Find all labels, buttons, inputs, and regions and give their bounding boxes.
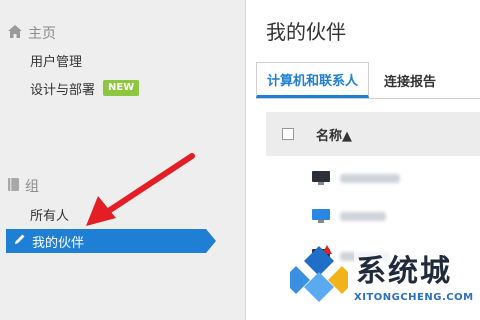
- sidebar-item-everyone[interactable]: 所有人: [30, 203, 69, 225]
- table-row[interactable]: [312, 168, 400, 188]
- watermark-url: XITONGCHENG.COM: [354, 292, 474, 303]
- sidebar: 主页 用户管理 设计与部署 NEW 组 所有人 我的伙伴: [0, 0, 246, 320]
- watermark-title: 系统城: [354, 246, 454, 290]
- section-group[interactable]: 组: [8, 176, 39, 196]
- home-icon: [8, 24, 22, 42]
- blurred-name: [340, 211, 386, 221]
- sidebar-item-design-deploy[interactable]: 设计与部署 NEW: [30, 77, 140, 99]
- name-column-header[interactable]: 名称▲: [316, 125, 352, 144]
- table-header: 名称▲: [266, 112, 480, 156]
- tab-bar: 计算机和联系人 连接报告: [256, 62, 480, 99]
- sidebar-item-label: 设计与部署: [30, 82, 96, 98]
- monitor-dark-icon: [312, 171, 330, 185]
- sidebar-item-label: 用户管理: [30, 54, 83, 70]
- sidebar-item-user-management[interactable]: 用户管理: [30, 49, 82, 71]
- sidebar-item-label: 我的伙伴: [32, 235, 85, 251]
- table-row[interactable]: [312, 206, 386, 226]
- tab-connection-report[interactable]: 连接报告: [384, 62, 436, 98]
- section-home[interactable]: 主页: [8, 23, 56, 43]
- book-icon: [8, 177, 19, 195]
- sidebar-item-label: 所有人: [30, 208, 70, 224]
- section-home-label: 主页: [28, 26, 56, 42]
- pencil-icon: [14, 233, 26, 249]
- page-title: 我的伙伴: [266, 20, 346, 44]
- new-badge: NEW: [103, 80, 140, 96]
- watermark-logo-icon: [282, 244, 356, 308]
- blurred-name: [340, 173, 400, 183]
- monitor-blue-icon: [312, 209, 330, 223]
- select-all-checkbox[interactable]: [282, 128, 294, 140]
- section-group-label: 组: [25, 179, 39, 195]
- sidebar-item-my-partners[interactable]: 我的伙伴: [6, 229, 216, 253]
- watermark: 系统城 XITONGCHENG.COM: [282, 236, 480, 320]
- tab-computers-contacts[interactable]: 计算机和联系人: [256, 62, 370, 98]
